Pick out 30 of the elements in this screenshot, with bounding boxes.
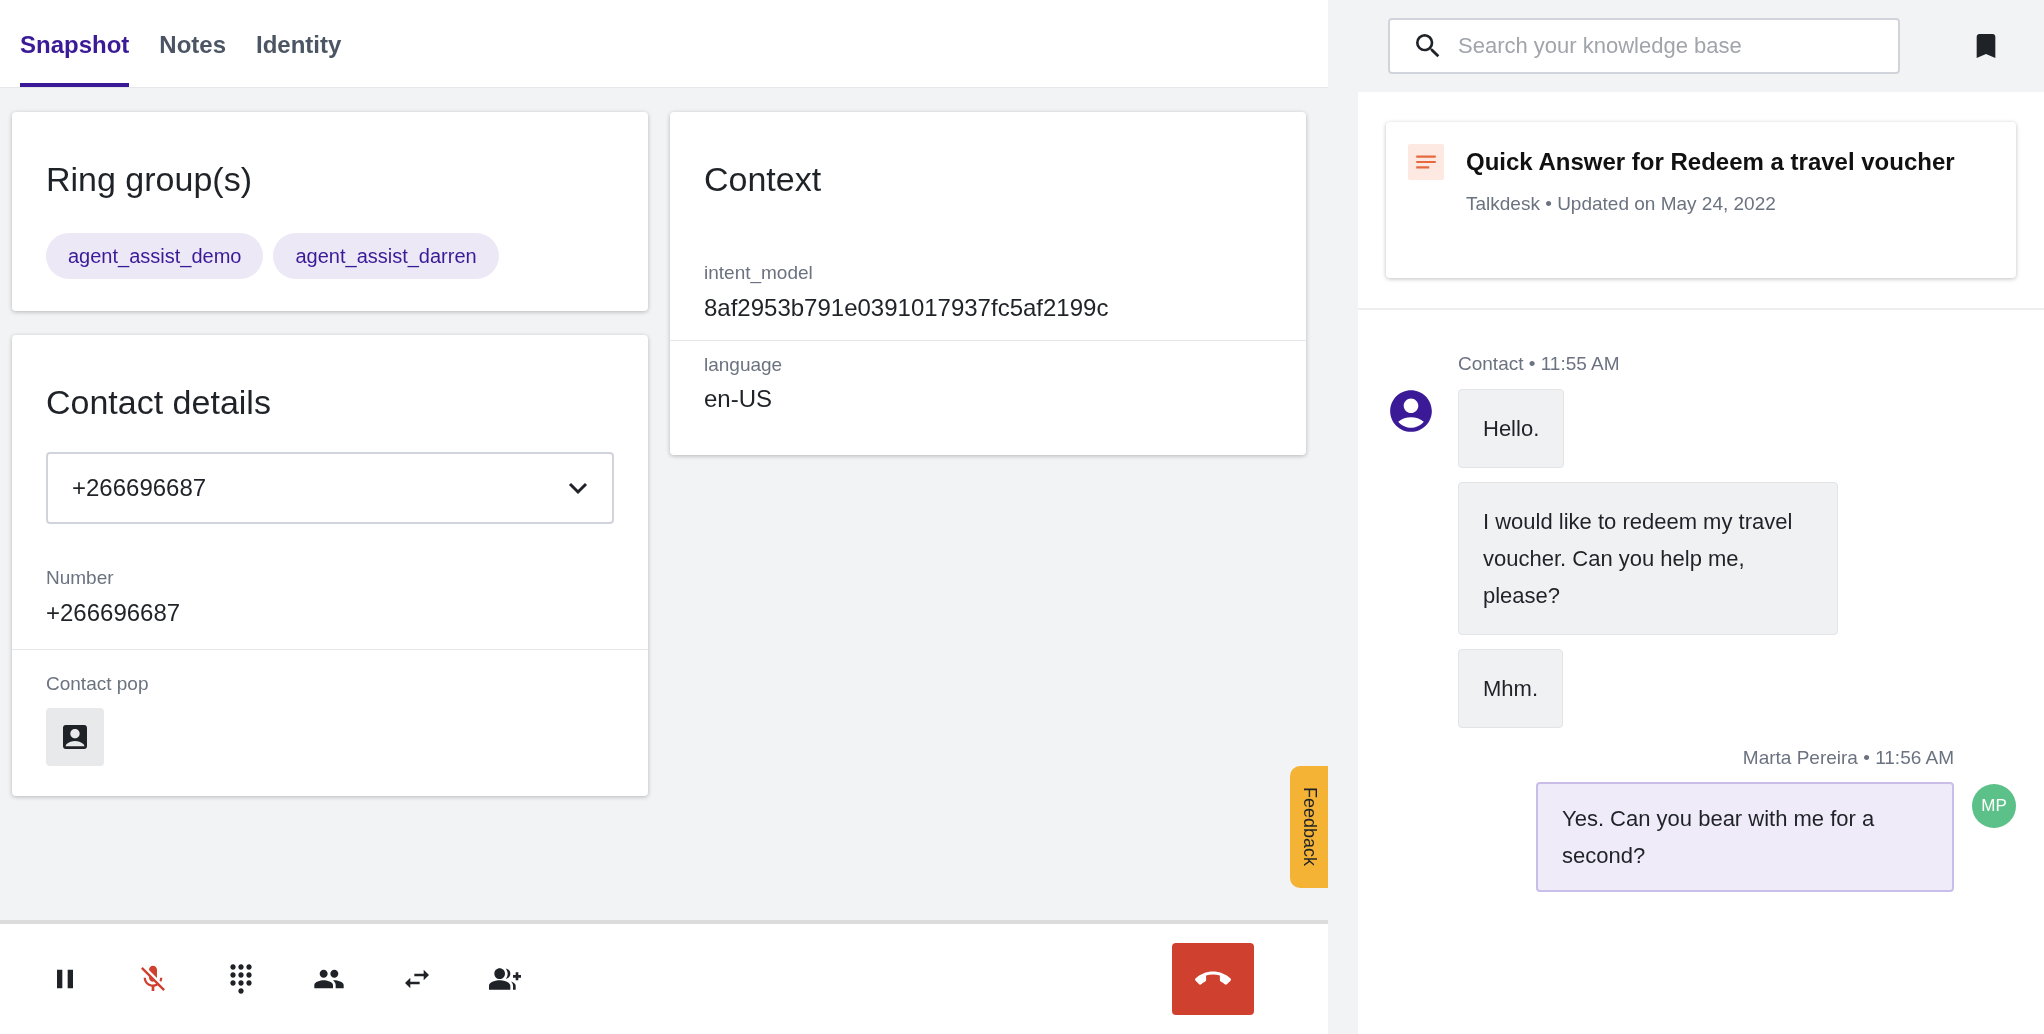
contact-pop-button[interactable] <box>46 708 104 766</box>
field-value: en-US <box>704 384 774 414</box>
quick-answer-meta: Talkdesk • Updated on May 24, 2022 <box>1466 192 1777 216</box>
tab[interactable]: Notes <box>159 27 227 87</box>
field-label: Number <box>46 566 115 590</box>
phone-number-dropdown[interactable]: +266696687 <box>46 452 614 524</box>
message-bubble: I would like to redeem my travel voucher. Can you help me, please? <box>1458 481 1838 635</box>
quick-answer-title: Quick Answer for Redeem a travel voucher <box>1466 147 1955 177</box>
tab[interactable]: Identity <box>256 27 342 87</box>
field-label: language <box>704 352 784 377</box>
hang-up-button[interactable] <box>1172 943 1254 1015</box>
message-header: Contact • 11:55 AM <box>1458 352 1620 376</box>
field-value: 8af2953b791e0391017937fc5af2199c <box>704 292 1110 323</box>
field-value: +266696687 <box>46 597 182 628</box>
card-title: Ring group(s) <box>46 159 253 200</box>
ring-group-tag: agent_assist_darren <box>273 233 499 279</box>
card-title: Contact details <box>46 382 272 423</box>
feedback-tab[interactable]: Feedback <box>1290 766 1328 888</box>
agent-avatar: MP <box>1972 783 2016 828</box>
search-field[interactable]: Search your knowledge base <box>1388 18 1900 74</box>
ring-group-tag: agent_assist_demo <box>46 233 264 279</box>
card-title: Context <box>703 159 823 200</box>
message-bubble: Hello. <box>1458 388 1565 468</box>
field-label: intent_model <box>704 261 814 286</box>
chevron-down-icon <box>568 481 588 495</box>
message-bubble: Yes. Can you bear with me for a second? <box>1536 782 1954 892</box>
message-header: Marta Pereira • 11:56 AM <box>1742 745 1954 770</box>
quick-answer-card[interactable]: Quick Answer for Redeem a travel voucher Talkdesk • Updated on May 24, 2022 <box>1386 122 2016 278</box>
message-bubble: Mhm. <box>1458 648 1563 728</box>
field-label: Contact pop <box>46 671 150 696</box>
